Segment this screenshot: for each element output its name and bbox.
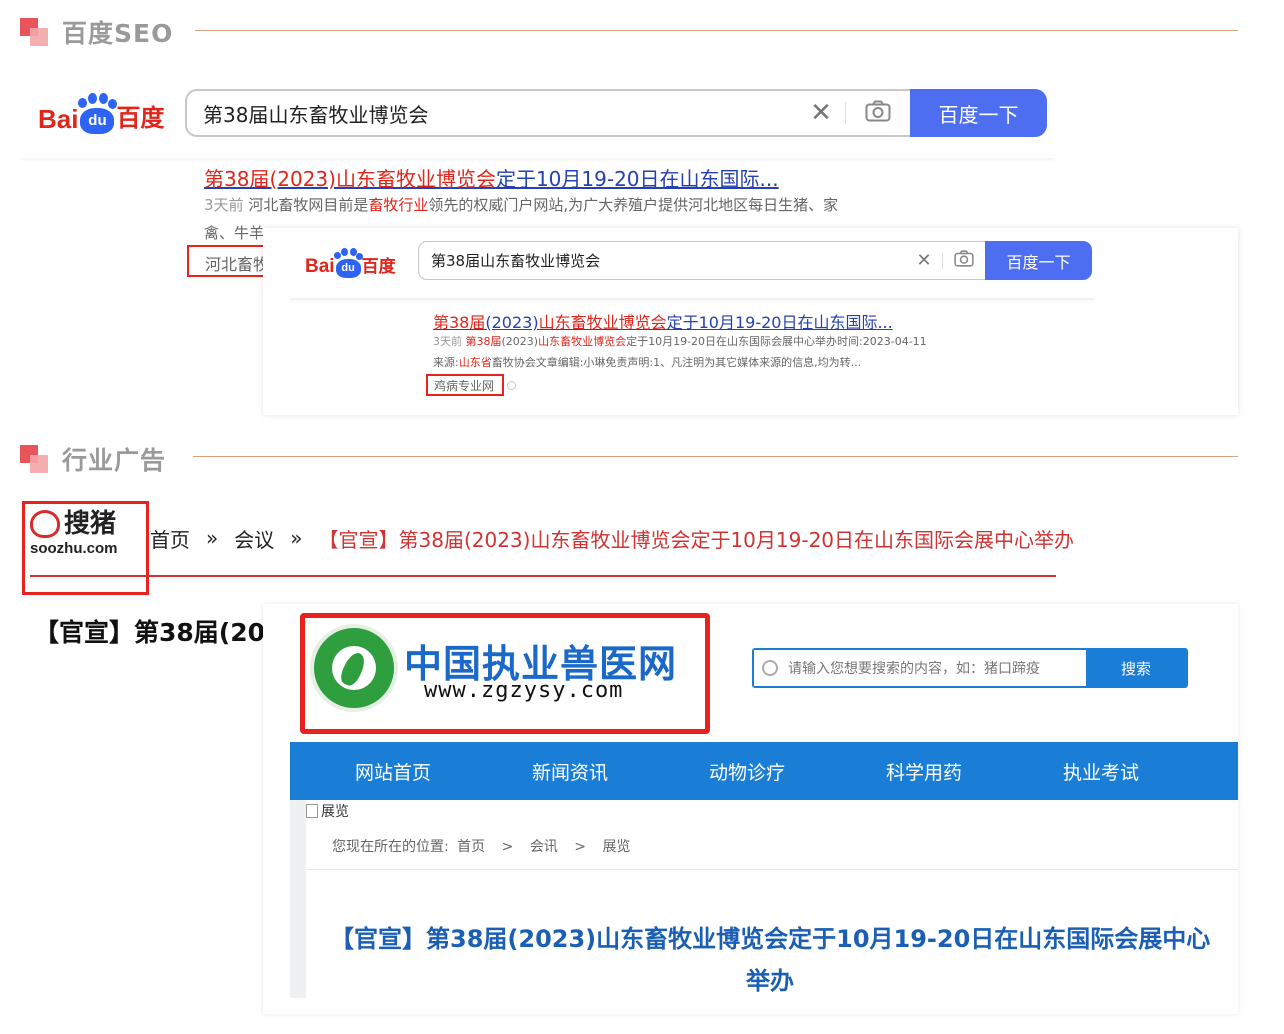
crumb-home[interactable]: 首页 bbox=[457, 839, 485, 855]
nav-exam[interactable]: 执业考试 bbox=[1036, 758, 1166, 785]
camera-icon[interactable] bbox=[943, 250, 985, 271]
section-divider bbox=[193, 456, 1238, 457]
divider bbox=[306, 869, 1238, 870]
nav-home[interactable]: 网站首页 bbox=[328, 758, 458, 785]
search-input[interactable]: 请输入您想要搜索的内容，如：猪口蹄疫 bbox=[788, 658, 1040, 678]
section-title-baidu-seo: 百度SEO bbox=[62, 19, 174, 48]
section-marker bbox=[20, 445, 50, 475]
search-input[interactable]: 第38届山东畜牧业博览会 bbox=[187, 99, 797, 128]
nav-medication[interactable]: 科学用药 bbox=[859, 758, 989, 785]
breadcrumb-meeting[interactable]: 会议 bbox=[234, 524, 274, 553]
verified-icon bbox=[507, 381, 516, 390]
soozhu-logo[interactable]: 搜猪 soozhu.com bbox=[30, 510, 142, 557]
zgzysy-search: 请输入您想要搜索的内容，如：猪口蹄疫 搜索 bbox=[752, 648, 1188, 688]
crumb-exhibit[interactable]: 展览 bbox=[602, 839, 630, 855]
zgzysy-search-field[interactable]: 请输入您想要搜索的内容，如：猪口蹄疫 bbox=[754, 650, 1086, 686]
search-icon bbox=[762, 660, 778, 676]
search-input[interactable]: 第38届山东畜牧业博览会 bbox=[419, 250, 906, 271]
broken-image: 展览 bbox=[306, 801, 349, 821]
crumb-news[interactable]: 会讯 bbox=[530, 839, 558, 855]
section-marker bbox=[20, 18, 50, 48]
search-result-title[interactable]: 第38届(2023)山东畜牧业博览会定于10月19-20日在山东国际... bbox=[204, 163, 824, 192]
search-button[interactable]: 百度一下 bbox=[985, 241, 1092, 280]
clear-icon[interactable]: ✕ bbox=[797, 98, 845, 128]
search-button[interactable]: 百度一下 bbox=[910, 89, 1047, 137]
search-result-source-line: 来源:山东省畜牧协会文章编辑:小琳免责声明:1、凡注明为其它媒体来源的信息,均为… bbox=[433, 356, 862, 369]
search-result-summary: 3天前 河北畜牧网目前是畜牧行业领先的权威门户网站,为广大养殖户提供河北地区每日… bbox=[204, 196, 839, 214]
baidu-paw-icon: du bbox=[78, 93, 118, 134]
header-shadow bbox=[290, 294, 1095, 298]
broken-image-icon bbox=[306, 804, 318, 818]
zgzysy-search-button[interactable]: 搜索 bbox=[1086, 650, 1186, 686]
search-result-summary: 3天前 第38届(2023)山东畜牧业博览会定于10月19-20日在山东国际会展… bbox=[433, 335, 927, 348]
result-source-highlight[interactable]: 鸡病专业网 bbox=[426, 374, 504, 396]
zgzysy-article-title: 【官宣】第38届(2023)山东畜牧业博览会定于10月19-20日在山东国际会展… bbox=[330, 925, 1211, 995]
baidu-logo-large[interactable]: Bai du 百度 bbox=[38, 93, 164, 134]
baidu-search-field-small[interactable]: 第38届山东畜牧业博览会 ✕ bbox=[418, 241, 985, 280]
baidu-search-field-large[interactable]: 第38届山东畜牧业博览会 ✕ bbox=[185, 89, 910, 137]
nav-news[interactable]: 新闻资讯 bbox=[505, 758, 635, 785]
camera-icon[interactable] bbox=[846, 100, 910, 126]
pig-icon bbox=[30, 510, 60, 538]
baidu-logo-small[interactable]: Bai du 百度 bbox=[305, 248, 396, 278]
clear-icon[interactable]: ✕ bbox=[906, 250, 942, 271]
vet-association-emblem-icon bbox=[310, 624, 398, 712]
search-result-title[interactable]: 第38届(2023)山东畜牧业博览会定于10月19-20日在山东国际... bbox=[433, 309, 933, 333]
breadcrumb-current: 【官宣】第38届(2023)山东畜牧业博览会定于10月19-20日在山东国际会展… bbox=[318, 527, 1075, 552]
breadcrumb-home[interactable]: 首页 bbox=[150, 524, 190, 553]
zgzysy-location: 您现在所在的位置: 首页 > 会讯 > 展览 bbox=[332, 839, 631, 855]
soozhu-breadcrumb: 首页 » 会议 » 【官宣】第38届(2023)山东畜牧业博览会定于10月19-… bbox=[150, 523, 1074, 553]
left-gutter bbox=[290, 800, 306, 998]
baidu-search-large: 第38届山东畜牧业博览会 ✕ 百度一下 bbox=[185, 89, 1047, 137]
baidu-search-small: 第38届山东畜牧业博览会 ✕ 百度一下 bbox=[418, 241, 1092, 280]
zgzysy-navbar: 网站首页 新闻资讯 动物诊疗 科学用药 执业考试 bbox=[290, 742, 1238, 800]
baidu-paw-icon: du bbox=[333, 248, 363, 278]
section-divider bbox=[195, 30, 1238, 31]
soozhu-article-title: 【官宣】第38届(20 bbox=[34, 618, 264, 647]
zgzysy-site-url[interactable]: www.zgzysy.com bbox=[424, 678, 623, 703]
soozhu-underline bbox=[30, 575, 1056, 577]
section-title-industry-ads: 行业广告 bbox=[62, 446, 167, 475]
nav-diagnosis[interactable]: 动物诊疗 bbox=[682, 758, 812, 785]
